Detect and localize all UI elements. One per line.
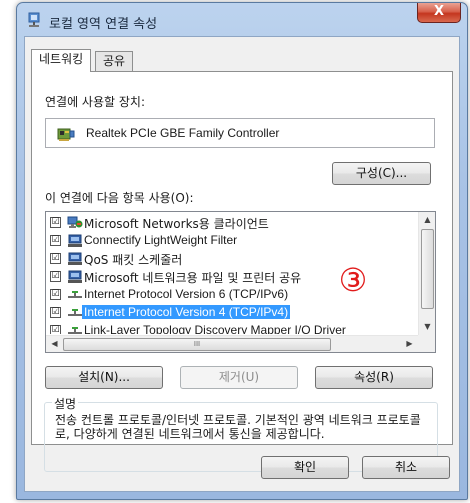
scroll-right-icon[interactable]: ▶ xyxy=(401,339,418,348)
close-button[interactable]: X xyxy=(417,3,461,23)
horizontal-scroll-thumb[interactable]: III xyxy=(63,338,331,351)
protocol-icon xyxy=(68,327,82,334)
properties-button[interactable]: 속성(R) xyxy=(315,366,433,389)
item-label: Internet Protocol Version 4 (TCP/IPv4) xyxy=(82,305,291,319)
item-label: Microsoft 네트워크용 파일 및 프린터 공유 xyxy=(84,271,302,285)
properties-dialog: 로컬 영역 연결 속성 X 네트워킹 공유 연결에 사용할 장치: Realte… xyxy=(16,2,468,500)
device-name: Realtek PCIe GBE Family Controller xyxy=(86,126,280,140)
list-item[interactable]: ☑ Microsoft Networks용 클라이언트 xyxy=(49,214,419,232)
scroll-down-icon[interactable]: ▼ xyxy=(419,322,435,331)
horizontal-scrollbar[interactable]: ◀ III ▶ xyxy=(46,335,418,352)
network-service-icon xyxy=(68,234,82,247)
vertical-scroll-thumb[interactable] xyxy=(421,229,434,309)
network-card-icon xyxy=(57,128,75,141)
window-title: 로컬 영역 연결 속성 xyxy=(49,17,158,32)
uninstall-button[interactable]: 제거(U) xyxy=(180,366,298,389)
dialog-client-area: 네트워킹 공유 연결에 사용할 장치: Realtek PCIe GBE Fam… xyxy=(24,36,460,492)
description-title: 설명 xyxy=(52,395,79,412)
checkbox[interactable]: ☑ xyxy=(50,217,61,228)
checkbox[interactable]: ☑ xyxy=(50,325,61,334)
network-client-icon xyxy=(67,216,83,228)
description-text: 전송 컨트롤 프로토콜/인터넷 프로토콜. 기본적인 광역 네트워크 프로토콜로… xyxy=(55,413,421,441)
tab-networking[interactable]: 네트워킹 xyxy=(31,49,92,72)
item-label: Link-Layer Topology Discovery Mapper I/O… xyxy=(84,323,346,334)
list-item-selected[interactable]: ☑ Internet Protocol Version 4 (TCP/IPv4) xyxy=(49,304,419,322)
protocol-icon xyxy=(68,309,82,316)
item-label: Connectify LightWeight Filter xyxy=(84,233,238,247)
item-label: QoS 패킷 스케줄러 xyxy=(84,253,183,267)
list-item[interactable]: ☑ Connectify LightWeight Filter xyxy=(49,232,419,250)
step-number-annotation: ③ xyxy=(335,262,371,298)
network-service-icon xyxy=(68,270,82,283)
items-label: 이 연결에 다음 항목 사용(O): xyxy=(45,191,194,205)
vertical-scrollbar[interactable]: ▲ ▼ xyxy=(418,212,435,337)
checkbox[interactable]: ☑ xyxy=(50,235,61,246)
scroll-left-icon[interactable]: ◀ xyxy=(46,339,63,348)
checkbox[interactable]: ☑ xyxy=(50,289,61,300)
checkbox[interactable]: ☑ xyxy=(50,271,61,282)
cancel-button[interactable]: 취소 xyxy=(362,456,450,479)
configure-button[interactable]: 구성(C)... xyxy=(332,162,431,185)
tab-panel-networking: 연결에 사용할 장치: Realtek PCIe GBE Family Cont… xyxy=(31,71,453,472)
item-label: Internet Protocol Version 6 (TCP/IPv6) xyxy=(84,287,289,301)
connect-using-label: 연결에 사용할 장치: xyxy=(45,95,145,109)
device-field: Realtek PCIe GBE Family Controller xyxy=(45,118,435,148)
item-label: Microsoft Networks용 클라이언트 xyxy=(84,217,269,231)
list-item[interactable]: ☑ Link-Layer Topology Discovery Mapper I… xyxy=(49,322,419,334)
components-list[interactable]: ☑ Microsoft Networks용 클라이언트 ☑ Connectify… xyxy=(45,211,436,353)
title-bar[interactable]: 로컬 영역 연결 속성 X xyxy=(17,3,467,37)
checkbox[interactable]: ☑ xyxy=(50,307,61,318)
install-button[interactable]: 설치(N)... xyxy=(45,366,163,389)
scroll-up-icon[interactable]: ▲ xyxy=(419,215,435,224)
tab-sharing[interactable]: 공유 xyxy=(95,51,134,72)
ok-button[interactable]: 확인 xyxy=(261,456,349,479)
network-service-icon xyxy=(68,252,82,265)
network-adapter-icon xyxy=(28,12,40,27)
scrollbar-corner xyxy=(418,335,435,352)
checkbox[interactable]: ☑ xyxy=(50,253,61,264)
protocol-icon xyxy=(68,291,82,298)
